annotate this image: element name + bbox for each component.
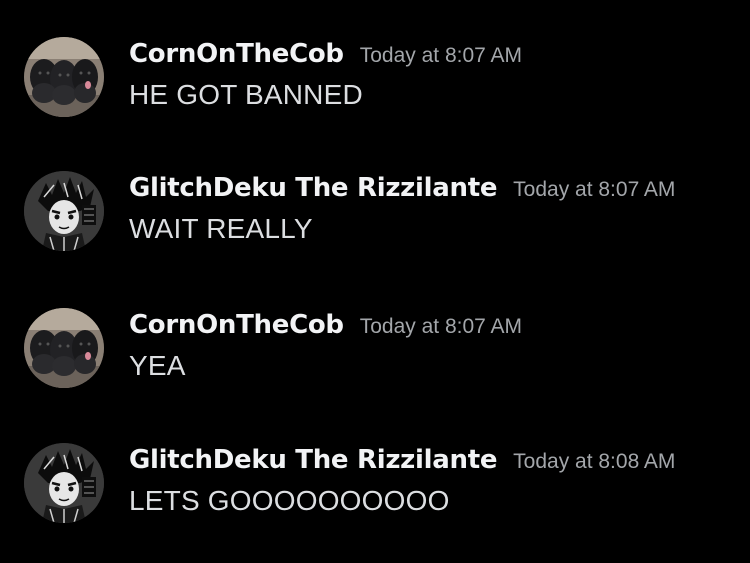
timestamp: Today at 8:07 AM bbox=[513, 178, 676, 201]
message-content: LETS GOOOOOOOOOO bbox=[129, 485, 450, 516]
message-content: YEA bbox=[129, 350, 186, 381]
dog-puppies-avatar-icon bbox=[24, 37, 104, 117]
message-header: CornOnTheCob Today at 8:07 AM bbox=[129, 39, 522, 73]
dog-puppies-avatar-icon bbox=[24, 308, 104, 388]
timestamp: Today at 8:07 AM bbox=[359, 44, 523, 67]
username[interactable]: CornOnTheCob bbox=[129, 310, 344, 340]
message-content: HE GOT BANNED bbox=[129, 79, 363, 110]
message-header: GlitchDeku The Rizzilante Today at 8:07 … bbox=[129, 173, 675, 207]
dog-puppies-avatar[interactable] bbox=[24, 37, 104, 117]
anime-character-avatar-icon bbox=[24, 443, 104, 523]
dog-puppies-avatar[interactable] bbox=[24, 308, 104, 388]
message-header: GlitchDeku The Rizzilante Today at 8:08 … bbox=[129, 445, 675, 479]
message-item: GlitchDeku The Rizzilante Today at 8:07 … bbox=[0, 171, 750, 291]
timestamp: Today at 8:08 AM bbox=[513, 450, 676, 473]
timestamp: Today at 8:07 AM bbox=[359, 315, 523, 338]
message-header: CornOnTheCob Today at 8:07 AM bbox=[129, 310, 522, 344]
anime-character-avatar-icon bbox=[24, 171, 104, 251]
message-content: WAIT REALLY bbox=[129, 213, 313, 244]
message-item: CornOnTheCob Today at 8:07 AM HE GOT BAN… bbox=[0, 37, 750, 157]
anime-character-avatar[interactable] bbox=[24, 443, 104, 523]
username[interactable]: GlitchDeku The Rizzilante bbox=[129, 173, 497, 203]
message-item: CornOnTheCob Today at 8:07 AM YEA bbox=[0, 308, 750, 428]
username[interactable]: GlitchDeku The Rizzilante bbox=[129, 445, 497, 475]
message-item: GlitchDeku The Rizzilante Today at 8:08 … bbox=[0, 443, 750, 563]
username[interactable]: CornOnTheCob bbox=[129, 39, 344, 69]
anime-character-avatar[interactable] bbox=[24, 171, 104, 251]
